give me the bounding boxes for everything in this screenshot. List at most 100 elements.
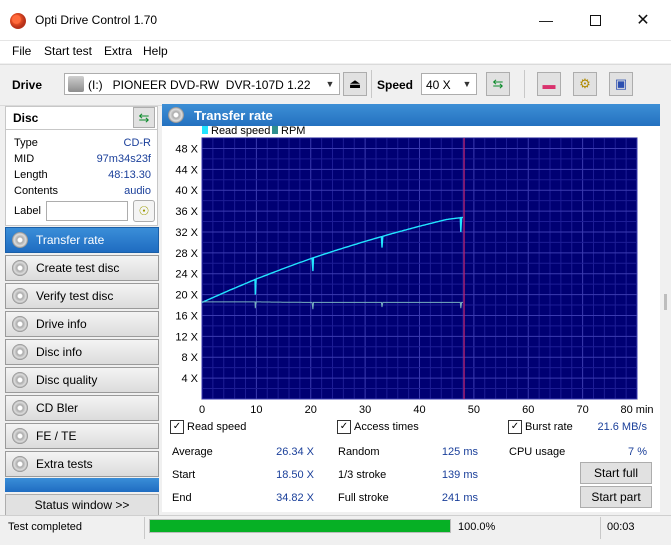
legend-swatch — [272, 126, 278, 134]
x-tick-label: 20 — [305, 404, 317, 414]
close-icon: ✕ — [636, 12, 650, 29]
disc-label-input[interactable] — [46, 201, 128, 221]
disc-contents-value: audio — [124, 185, 151, 197]
disc-icon — [12, 260, 28, 276]
status-text: Test completed — [8, 521, 82, 533]
nav-label: Transfer rate — [36, 233, 105, 247]
gear-icon: ⚙ — [579, 76, 591, 91]
y-tick-label: 8 X — [181, 352, 198, 364]
x-tick-label: 50 — [468, 404, 480, 414]
y-tick-label: 32 X — [175, 227, 198, 239]
status-divider — [600, 517, 601, 539]
save-button[interactable]: ▣ — [609, 72, 633, 96]
y-tick-label: 4 X — [181, 373, 198, 385]
transfer-rate-chart: 4 X 8 X 12 X 16 X 20 X 24 X 28 X 32 X 36 X 40 X 44… — [175, 126, 654, 414]
nav-label: Disc info — [36, 345, 83, 359]
nav-cd-bler[interactable]: CD Bler — [5, 395, 159, 421]
erase-button[interactable]: ▬ — [537, 72, 561, 96]
burst-rate-value: 21.6 MB/s — [597, 421, 647, 433]
drive-value: (I:) PIONEER DVD-RW DVR-107D 1.22 — [88, 78, 311, 92]
menu-start-test[interactable]: Start test — [44, 44, 92, 58]
y-tick-label: 16 X — [175, 310, 198, 322]
nav-disc-quality[interactable]: Disc quality — [5, 367, 159, 393]
vertical-scrollbar[interactable] — [660, 104, 671, 514]
nav-create-test-disc[interactable]: Create test disc — [5, 255, 159, 281]
nav-disc-info[interactable]: Disc info — [5, 339, 159, 365]
disc-icon — [12, 456, 28, 472]
status-window-button[interactable]: Status window >> — [5, 494, 159, 516]
maximize-icon — [589, 14, 601, 26]
disc-contents-label: Contents — [14, 185, 59, 197]
speed-value: 40 X — [426, 78, 451, 92]
nav-label: FE / TE — [36, 429, 77, 443]
status-divider — [144, 517, 145, 539]
nav-label: Create test disc — [36, 261, 120, 275]
read-speed-checkbox[interactable]: ✓ — [170, 420, 184, 434]
y-tick-label: 28 X — [175, 248, 198, 260]
nav-fe-te[interactable]: FE / TE — [5, 423, 159, 449]
nav-drive-info[interactable]: Drive info — [5, 311, 159, 337]
menu-extra[interactable]: Extra — [104, 44, 132, 58]
start-full-button[interactable]: Start full — [580, 462, 652, 484]
disc-icon — [168, 107, 184, 123]
nav-footer-bar — [5, 478, 159, 492]
read-speed-label: Read speed — [187, 421, 247, 433]
full-stroke-value: 241 ms — [441, 492, 478, 504]
third-stroke-value: 139 ms — [441, 469, 478, 481]
disc-label-label: Label — [14, 205, 41, 217]
y-tick-label: 48 X — [175, 143, 198, 155]
menu-help[interactable]: Help — [143, 44, 168, 58]
disc-icon — [12, 316, 28, 332]
disc-icon — [12, 372, 28, 388]
minimize-button[interactable]: — — [523, 0, 569, 40]
average-label: Average — [172, 446, 213, 458]
random-value: 125 ms — [441, 446, 478, 458]
access-times-checkbox[interactable]: ✓ — [337, 420, 351, 434]
disc-length-label: Length — [14, 169, 48, 181]
start-label: Start — [172, 469, 196, 481]
nav-label: Extra tests — [36, 457, 93, 471]
menu-file[interactable]: File — [12, 44, 31, 58]
nav-verify-test-disc[interactable]: Verify test disc — [5, 283, 159, 309]
panel-header: Transfer rate — [162, 104, 660, 126]
nav-label: Drive info — [36, 317, 87, 331]
disc-icon — [12, 344, 28, 360]
disc-icon — [12, 288, 28, 304]
average-value: 26.34 X — [276, 446, 314, 458]
refresh-icon: ⇆ — [492, 76, 504, 91]
third-stroke-label: 1/3 stroke — [338, 469, 387, 481]
disc-info-panel: Type CD-R MID 97m34s23f Length 48:13.30 … — [5, 130, 158, 226]
random-label: Random — [338, 446, 380, 458]
legend-label: Read speed — [211, 126, 270, 137]
chart-area: 4 X 8 X 12 X 16 X 20 X 24 X 28 X 32 X 36 X 40 X 44… — [162, 126, 660, 414]
window-title: Opti Drive Control 1.70 — [35, 13, 158, 27]
nav-transfer-rate[interactable]: Transfer rate — [5, 227, 159, 253]
panel-title: Transfer rate — [194, 107, 273, 123]
disc-icon — [12, 400, 28, 416]
burst-rate-checkbox[interactable]: ✓ — [508, 420, 522, 434]
scroll-thumb[interactable] — [664, 294, 667, 310]
settings-button[interactable]: ⚙ — [573, 72, 597, 96]
y-tick-label: 12 X — [175, 331, 198, 343]
start-value: 18.50 X — [276, 469, 314, 481]
progress-fill — [150, 520, 450, 532]
end-value: 34.82 X — [276, 492, 314, 504]
maximize-button[interactable] — [572, 0, 618, 40]
toolbar-separator — [371, 70, 372, 98]
disc-refresh-button[interactable]: ⇆ — [133, 107, 155, 128]
progress-bar — [149, 519, 451, 533]
y-tick-label: 40 X — [175, 185, 198, 197]
disc-label-button[interactable]: ☉ — [133, 200, 155, 222]
eraser-icon: ▬ — [542, 76, 556, 92]
close-button[interactable]: ✕ — [620, 0, 666, 40]
nav-label: CD Bler — [36, 401, 79, 415]
disc-mid-value: 97m34s23f — [96, 153, 151, 165]
eject-button[interactable]: ⏏ — [343, 72, 367, 96]
nav-extra-tests[interactable]: Extra tests — [5, 451, 159, 477]
access-times-label: Access times — [354, 421, 419, 433]
y-tick-label: 24 X — [175, 269, 198, 281]
nav-label: Disc quality — [36, 373, 98, 387]
start-part-button[interactable]: Start part — [580, 486, 652, 508]
refresh-speed-button[interactable]: ⇆ — [486, 72, 510, 96]
drive-label: Drive — [12, 78, 43, 92]
